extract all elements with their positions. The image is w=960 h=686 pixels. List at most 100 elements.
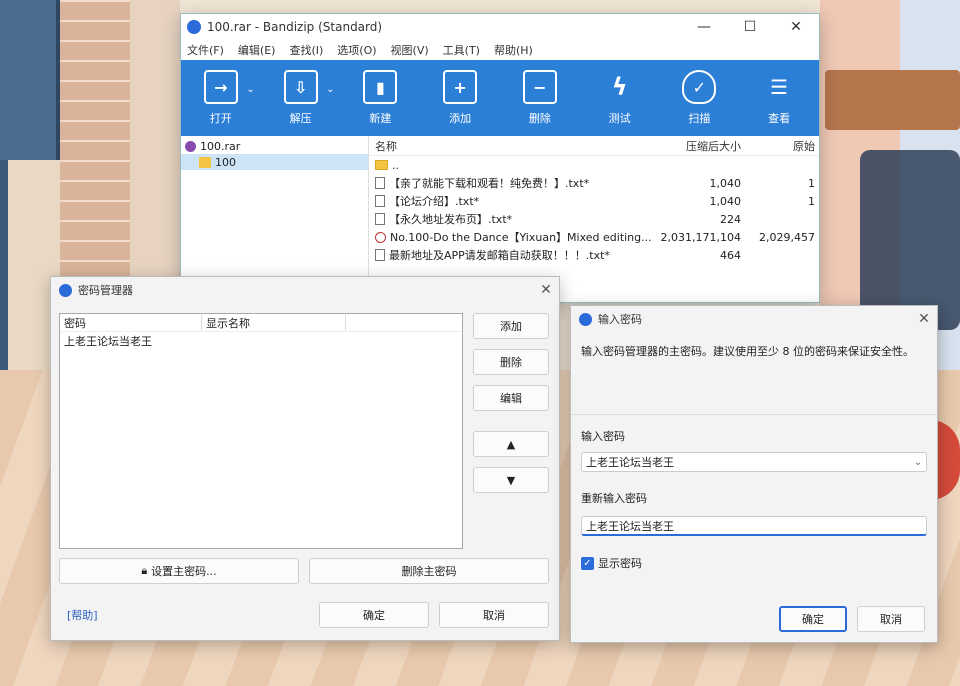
- password-value: 上老王论坛当老王: [586, 456, 674, 469]
- background-bench: [825, 70, 960, 130]
- test-icon: ϟ: [611, 73, 628, 101]
- show-password-checkbox[interactable]: ✓ 显示密码: [581, 555, 642, 571]
- file-original-size: 2,029,457: [759, 230, 815, 244]
- menu-file[interactable]: 文件(F): [187, 42, 224, 58]
- window-title: 100.rar - Bandizip (Standard): [207, 20, 383, 34]
- column-password[interactable]: 密码: [60, 314, 202, 331]
- move-up-button[interactable]: ▲: [473, 431, 549, 457]
- file-row[interactable]: 【亲了就能下载和观看！纯免费！】.txt* 1,040 1: [369, 174, 819, 192]
- file-row[interactable]: 【论坛介绍】.txt* 1,040 1: [369, 192, 819, 210]
- menu-options[interactable]: 选项(O): [337, 42, 376, 58]
- close-icon[interactable]: ✕: [533, 282, 559, 298]
- open-icon: →: [203, 70, 238, 104]
- tree-item-archive[interactable]: 100.rar: [181, 138, 368, 154]
- tree-item-label: 100: [215, 155, 236, 169]
- password-list-header: 密码 显示名称: [60, 314, 462, 332]
- password-field[interactable]: 上老王论坛当老王 ⌄: [581, 452, 927, 472]
- scan-icon: ✓: [682, 70, 717, 104]
- lock-icon: 🔒︎: [141, 564, 148, 577]
- folder-icon: [199, 156, 211, 168]
- toolbar-delete-button[interactable]: − 删除: [500, 60, 580, 136]
- ok-button[interactable]: 确定: [319, 602, 429, 628]
- bandizip-window: 100.rar - Bandizip (Standard) — ☐ ✕ 文件(F…: [180, 13, 820, 303]
- column-name[interactable]: 名称: [369, 138, 653, 154]
- password-list[interactable]: 密码 显示名称 上老王论坛当老王: [59, 313, 463, 549]
- text-file-icon: [375, 177, 385, 189]
- file-list: 名称 压缩后大小 原始 .. 【亲了就能下载和观看！纯免费！】.txt* 1,0…: [369, 136, 819, 284]
- file-row[interactable]: No.100-Do the Dance【Yixuan】Mixed editing…: [369, 228, 819, 246]
- file-original-size: 1: [808, 176, 815, 190]
- bandizip-app-icon: [59, 283, 72, 297]
- delete-icon: −: [522, 70, 557, 104]
- toolbar-extract-button[interactable]: ⇩ 解压 ⌄: [261, 60, 341, 136]
- file-row[interactable]: ..: [369, 156, 819, 174]
- chevron-down-icon[interactable]: ⌄: [910, 457, 926, 468]
- edit-button[interactable]: 编辑: [473, 385, 549, 411]
- menu-help[interactable]: 帮助(H): [494, 42, 533, 58]
- file-list-header: 名称 压缩后大小 原始: [369, 136, 819, 156]
- file-name: 【论坛介绍】.txt*: [389, 195, 480, 208]
- chevron-down-icon[interactable]: ⌄: [326, 84, 334, 95]
- delete-master-password-button[interactable]: 删除主密码: [309, 558, 549, 584]
- maximize-button[interactable]: ☐: [727, 19, 773, 35]
- close-button[interactable]: ✕: [773, 19, 819, 35]
- close-icon[interactable]: ✕: [911, 311, 937, 327]
- background-figure: [860, 150, 960, 330]
- bandizip-app-icon: [579, 312, 592, 326]
- reenter-password-label: 重新输入密码: [581, 492, 647, 505]
- toolbar-label: 查看: [768, 112, 791, 125]
- file-row[interactable]: 【永久地址发布页】.txt* 224: [369, 210, 819, 228]
- menu-tools[interactable]: 工具(T): [443, 42, 480, 58]
- toolbar-scan-button[interactable]: ✓ 扫描: [660, 60, 740, 136]
- divider: [571, 414, 937, 415]
- dialog-title: 输入密码: [598, 313, 642, 326]
- menu-find[interactable]: 查找(I): [289, 42, 323, 58]
- minimize-button[interactable]: —: [681, 19, 727, 35]
- text-file-icon: [375, 249, 385, 261]
- file-name: 最新地址及APP请发邮箱自动获取！！！.txt*: [389, 249, 610, 262]
- reenter-password-field[interactable]: 上老王论坛当老王: [581, 516, 927, 536]
- password-entry-value: 上老王论坛当老王: [64, 335, 152, 348]
- bandizip-app-icon: [187, 20, 201, 34]
- file-compressed-size: 2,031,171,104: [660, 230, 741, 244]
- cancel-button[interactable]: 取消: [439, 602, 549, 628]
- set-master-password-button[interactable]: 🔒︎ 设置主密码...: [59, 558, 299, 584]
- file-name: ..: [392, 158, 399, 172]
- tree-item-folder[interactable]: 100: [181, 154, 368, 170]
- delete-button[interactable]: 删除: [473, 349, 549, 375]
- ok-button[interactable]: 确定: [779, 606, 847, 632]
- reenter-password-value: 上老王论坛当老王: [586, 519, 674, 533]
- toolbar-open-button[interactable]: → 打开 ⌄: [181, 60, 261, 136]
- menu-view[interactable]: 视图(V): [391, 42, 429, 58]
- column-display-name[interactable]: 显示名称: [202, 314, 346, 331]
- file-compressed-size: 224: [720, 212, 741, 226]
- file-row[interactable]: 最新地址及APP请发邮箱自动获取！！！.txt* 464: [369, 246, 819, 264]
- enter-password-titlebar: 输入密码 ✕: [571, 306, 937, 332]
- video-file-icon: [375, 231, 386, 243]
- toolbar-add-button[interactable]: + 添加: [420, 60, 500, 136]
- file-name: 【永久地址发布页】.txt*: [389, 213, 513, 226]
- menu-edit[interactable]: 编辑(E): [238, 42, 276, 58]
- cancel-button[interactable]: 取消: [857, 606, 925, 632]
- background-brick-wall: [60, 0, 130, 300]
- new-archive-icon: ▮: [363, 70, 398, 104]
- toolbar-test-button[interactable]: ϟ 测试: [580, 60, 660, 136]
- checkbox-checked-icon: ✓: [581, 556, 594, 570]
- column-compressed-size[interactable]: 压缩后大小: [653, 138, 747, 154]
- column-original-size[interactable]: 原始: [747, 138, 817, 154]
- move-down-button[interactable]: ▼: [473, 467, 549, 493]
- dialog-title: 密码管理器: [78, 284, 133, 297]
- password-label: 输入密码: [581, 430, 625, 443]
- view-icon: ☰: [770, 75, 789, 99]
- chevron-down-icon[interactable]: ⌄: [246, 84, 254, 95]
- add-button[interactable]: 添加: [473, 313, 549, 339]
- toolbar-label: 测试: [608, 112, 631, 125]
- password-entry-row[interactable]: 上老王论坛当老王: [60, 332, 462, 350]
- toolbar-label: 新建: [369, 112, 392, 125]
- extract-icon: ⇩: [283, 70, 318, 104]
- file-compressed-size: 1,040: [709, 194, 742, 208]
- bandizip-titlebar: 100.rar - Bandizip (Standard) — ☐ ✕: [181, 14, 819, 40]
- help-link[interactable]: [帮助]: [67, 607, 98, 623]
- toolbar-new-button[interactable]: ▮ 新建: [341, 60, 421, 136]
- toolbar-view-button[interactable]: ☰ 查看: [739, 60, 819, 136]
